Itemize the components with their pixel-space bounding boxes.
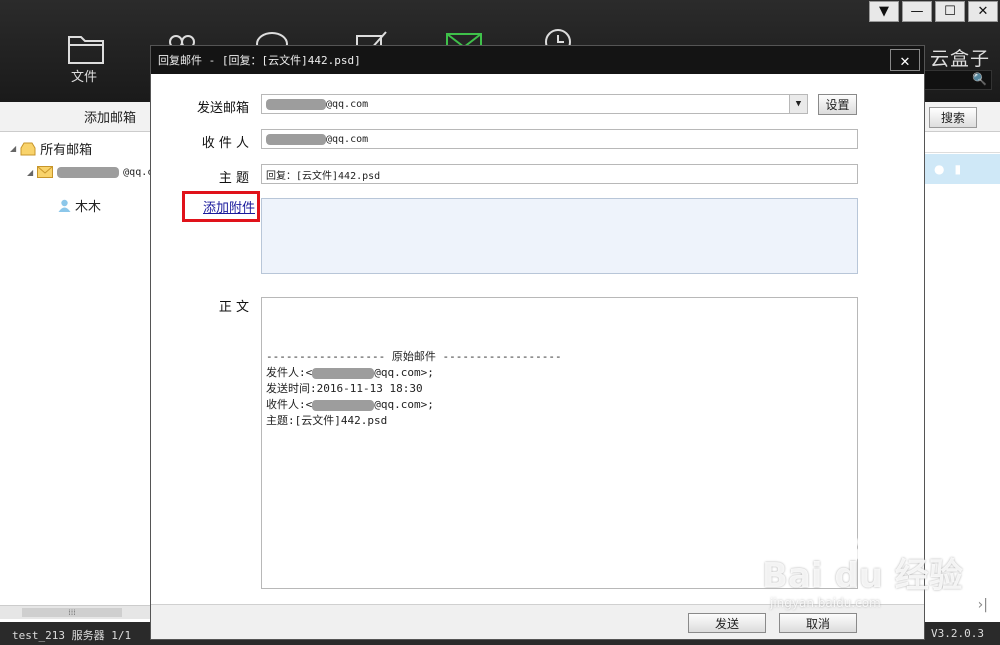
version-text: V3.2.0.3 — [931, 627, 984, 640]
to-suffix: @qq.com — [326, 133, 369, 145]
status-server-text: test_213 服务器 1/1 — [12, 629, 132, 642]
brand-logo-text: 云盒子 — [929, 48, 990, 70]
subject-field[interactable]: 回复：[云文件]442.psd — [261, 164, 858, 184]
mail-list-row-selected[interactable]: ● ▮ — [924, 154, 1000, 184]
sender-prefix: 发件人:< — [266, 366, 313, 379]
inbox-icon — [20, 142, 36, 155]
tree-item-all-mailboxes[interactable]: ◢ 所有邮箱 — [10, 139, 92, 158]
person-icon — [58, 199, 71, 212]
dialog-title-bar: 回复邮件 - [回复：[云文件]442.psd] ✕ — [151, 46, 924, 74]
recipient-prefix: 收件人:< — [266, 398, 313, 411]
tree-label-all-mailboxes: 所有邮箱 — [40, 143, 93, 158]
redacted-email — [266, 98, 326, 110]
settings-button[interactable]: 设置 — [818, 94, 857, 115]
maximize-button[interactable]: ☐ — [935, 1, 965, 22]
redacted-email — [312, 399, 375, 411]
original-sent-time-line: 发送时间:2016-11-13 18:30 — [266, 382, 423, 395]
redacted-email — [266, 133, 326, 145]
to-field[interactable]: @qq.com — [261, 129, 858, 149]
redacted-email — [57, 166, 120, 178]
left-horizontal-scrollbar[interactable]: ⁞⁞⁞ — [0, 605, 150, 619]
to-label: 收 件 人 — [201, 136, 249, 151]
search-button[interactable]: 搜索 — [929, 107, 977, 128]
reply-mail-dialog: 回复邮件 - [回复：[云文件]442.psd] ✕ 发送邮箱 @qq.com … — [150, 45, 925, 640]
recipient-suffix: @qq.com>; — [374, 398, 434, 411]
mail-list-panel: 搜索 ● ▮ ›| — [924, 102, 1000, 622]
dialog-footer: 发送 取消 — [151, 604, 924, 639]
flag-icon: ▮ — [954, 162, 962, 176]
chevron-down-icon[interactable]: ▼ — [789, 95, 807, 113]
search-icon[interactable]: 🔍 — [972, 72, 987, 86]
minimize-button[interactable]: — — [902, 1, 932, 22]
dialog-title: 回复邮件 - [回复：[云文件]442.psd] — [158, 54, 361, 67]
top-search-input[interactable]: 🔍 — [922, 70, 992, 90]
tree-item-qq-account[interactable]: ◢ @qq.c — [27, 166, 153, 178]
body-label: 正 文 — [218, 300, 249, 315]
mail-list-header: 搜索 — [924, 102, 1000, 132]
contact-label: 木木 — [75, 200, 102, 215]
dialog-close-button[interactable]: ✕ — [890, 49, 920, 71]
close-window-button[interactable]: ✕ — [968, 1, 998, 22]
mailbox-tree-panel: 添加邮箱 ◢ 所有邮箱 ◢ @qq.c 木木 — [0, 102, 153, 622]
envelope-icon — [37, 166, 54, 178]
original-mail-separator: ------------------ 原始邮件 ----------------… — [266, 350, 562, 363]
expand-arrow-icon[interactable]: ◢ — [27, 168, 33, 177]
original-recipient-line: 收件人:< @qq.com>; — [266, 397, 857, 413]
original-sender-line: 发件人:< @qq.com>; — [266, 365, 857, 381]
tree-item-contact[interactable]: 木木 — [58, 196, 101, 215]
menu-dropdown-button[interactable]: ▼ — [869, 1, 899, 22]
add-mailbox-button[interactable]: 添加邮箱 — [0, 102, 152, 132]
cancel-button[interactable]: 取消 — [779, 613, 857, 633]
account-suffix: @qq.c — [123, 166, 154, 178]
column-header — [924, 133, 1000, 153]
attachment-area[interactable] — [261, 198, 858, 274]
folder-icon[interactable] — [66, 28, 106, 68]
original-subject-line: 主题:[云文件]442.psd — [266, 414, 388, 427]
sender-suffix: @qq.com>; — [374, 366, 434, 379]
redacted-email — [312, 367, 375, 379]
add-attachment-link[interactable]: 添加附件 — [203, 197, 255, 216]
last-page-button[interactable]: ›| — [978, 597, 988, 613]
pin-icon: ● — [934, 162, 945, 176]
nav-files-label[interactable]: 文件 — [71, 66, 97, 85]
body-textarea[interactable]: ------------------ 原始邮件 ----------------… — [261, 297, 858, 589]
from-suffix: @qq.com — [326, 98, 369, 110]
from-label: 发送邮箱 — [196, 101, 249, 116]
expand-arrow-icon[interactable]: ◢ — [10, 144, 16, 153]
pager: ›| — [924, 590, 1000, 620]
send-button[interactable]: 发送 — [688, 613, 766, 633]
window-controls: ▼ — ☐ ✕ — [869, 1, 998, 22]
from-select[interactable]: @qq.com ▼ — [261, 94, 808, 114]
subject-label: 主 题 — [218, 171, 249, 186]
scrollbar-thumb[interactable]: ⁞⁞⁞ — [22, 608, 122, 617]
